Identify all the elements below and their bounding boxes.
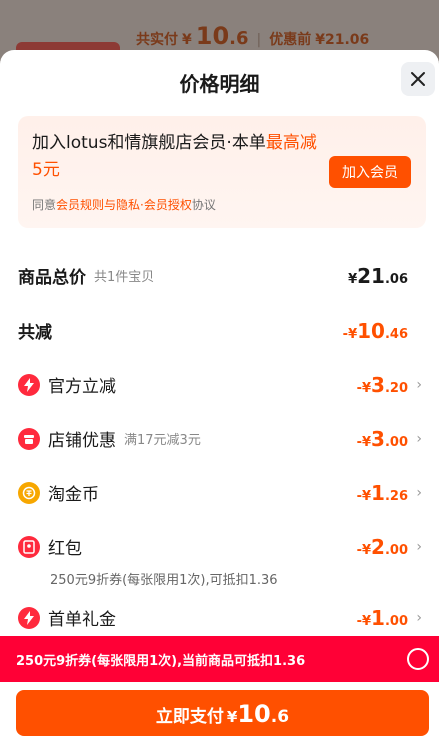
pay-now-button[interactable]: 立即支付 ¥ 10 .6 <box>16 690 429 736</box>
member-headline-text: 加入lotus和情旗舰店会员·本单 <box>32 133 266 153</box>
actual-pay-int: 10 <box>195 22 230 50</box>
chevron-right-icon: › <box>416 376 422 393</box>
amount-sign: -¥ <box>356 542 372 558</box>
discount-row-red-envelope[interactable]: 红包 -¥ 2.00 › <box>18 534 426 559</box>
amount-int: 3 <box>371 426 385 451</box>
member-headline: 加入lotus和情旗舰店会员·本单最高减5元 <box>32 130 317 184</box>
total-dec: .06 <box>384 271 408 287</box>
amount-dec: .20 <box>384 380 408 396</box>
close-icon <box>411 72 425 86</box>
red-envelope-note: 250元9折券(每张限用1次),可抵扣1.36 <box>50 573 278 588</box>
discount-row-first-order[interactable]: 首单礼金 -¥ 1.00 › <box>18 605 426 630</box>
sheet-title: 价格明细 <box>179 72 260 96</box>
discount-label: 官方立减 <box>48 377 116 397</box>
pay-int: 10 <box>237 700 271 728</box>
order-price-line: 共实付 ¥ 10.6 | 优惠前 ¥21.06 <box>136 22 369 50</box>
discount-amount: -¥ 2.00 <box>357 535 408 559</box>
agreement-link[interactable]: 会员规则与隐私·会员授权 <box>56 198 192 212</box>
discount-total-amount: -¥ 10.46 <box>343 319 408 343</box>
discount-amount: -¥ 1.26 <box>357 481 408 505</box>
before-discount-value: ¥21.06 <box>315 32 370 48</box>
coupon-select-bar[interactable]: 250元9折券(每张限用1次),当前商品可抵扣1.36 <box>0 636 439 682</box>
lightning-icon <box>18 373 40 396</box>
price-separator: | <box>256 32 262 48</box>
amount-sign: -¥ <box>356 380 372 396</box>
amount-int: 1 <box>371 480 385 505</box>
total-price-row: 商品总价 共1件宝贝 ¥21.06 <box>18 263 426 289</box>
discount-label: 店铺优惠 <box>48 431 116 451</box>
close-button[interactable] <box>401 62 435 96</box>
amount-int: 1 <box>371 605 385 630</box>
amount-dec: .00 <box>384 542 408 558</box>
discount-row-shop[interactable]: 店铺优惠 满17元减3元 -¥ 3.00 › <box>18 426 426 451</box>
amount-sign: -¥ <box>356 434 372 450</box>
discount-total-sign: -¥ <box>342 326 358 342</box>
chevron-right-icon: › <box>416 609 422 626</box>
chevron-right-icon: › <box>416 484 422 501</box>
amount-dec: .26 <box>384 488 408 504</box>
pay-footer: 立即支付 ¥ 10 .6 <box>0 682 439 751</box>
pay-label: 立即支付 <box>155 707 224 727</box>
pay-currency: ¥ <box>226 708 238 726</box>
member-agreement: 同意会员规则与隐私·会员授权协议 <box>32 196 216 213</box>
discount-row-official[interactable]: 官方立减 -¥ 3.20 › <box>18 372 426 397</box>
agreement-suffix: 协议 <box>191 198 216 212</box>
red-envelope-icon <box>18 535 40 558</box>
actual-pay-currency: ¥ <box>182 32 192 48</box>
join-member-button[interactable]: 加入会员 <box>329 156 411 188</box>
amount-int: 2 <box>371 534 385 559</box>
price-detail-screen: 共实付 ¥ 10.6 | 优惠前 ¥21.06 价格明细 加入lotus和情旗舰… <box>0 0 439 751</box>
pay-dec: .6 <box>270 707 290 727</box>
discount-amount: -¥ 3.20 <box>357 373 408 397</box>
shop-icon <box>18 427 40 450</box>
chevron-right-icon: › <box>416 430 422 447</box>
amount-sign: -¥ <box>356 613 372 629</box>
discount-row-coins[interactable]: 淘金币 -¥ 1.26 › <box>18 480 426 505</box>
discount-total-label: 共减 <box>18 323 52 343</box>
discount-label: 红包 <box>48 539 82 559</box>
discount-total-row: 共减 -¥ 10.46 <box>18 318 426 344</box>
discount-amount: -¥ 3.00 <box>357 427 408 451</box>
coin-icon <box>18 481 40 504</box>
total-currency: ¥ <box>348 271 358 287</box>
amount-int: 3 <box>371 372 385 397</box>
amount-sign: -¥ <box>356 488 372 504</box>
agreement-prefix: 同意 <box>32 198 57 212</box>
actual-pay-dec: .6 <box>229 28 249 49</box>
lightning-icon <box>18 606 40 629</box>
coupon-radio[interactable] <box>407 648 429 670</box>
discount-total-int: 10 <box>357 318 385 343</box>
amount-dec: .00 <box>384 434 408 450</box>
total-price-amount: ¥21.06 <box>348 264 408 288</box>
discount-total-dec: .46 <box>384 326 408 342</box>
total-item-count: 共1件宝贝 <box>94 270 155 285</box>
member-join-banner: 加入lotus和情旗舰店会员·本单最高减5元 同意会员规则与隐私·会员授权协议 … <box>18 116 426 228</box>
discount-label: 淘金币 <box>48 485 99 505</box>
actual-pay-label: 共实付 <box>136 32 178 48</box>
total-price-label: 商品总价 <box>18 268 86 288</box>
coupon-bar-text: 250元9折券(每张限用1次),当前商品可抵扣1.36 <box>16 653 306 669</box>
total-int: 21 <box>357 263 385 288</box>
chevron-right-icon: › <box>416 538 422 555</box>
discount-amount: -¥ 1.00 <box>357 606 408 630</box>
amount-dec: .00 <box>384 613 408 629</box>
before-discount-label: 优惠前 <box>269 32 312 48</box>
discount-label: 首单礼金 <box>48 610 116 630</box>
discount-sub: 满17元减3元 <box>124 433 201 448</box>
